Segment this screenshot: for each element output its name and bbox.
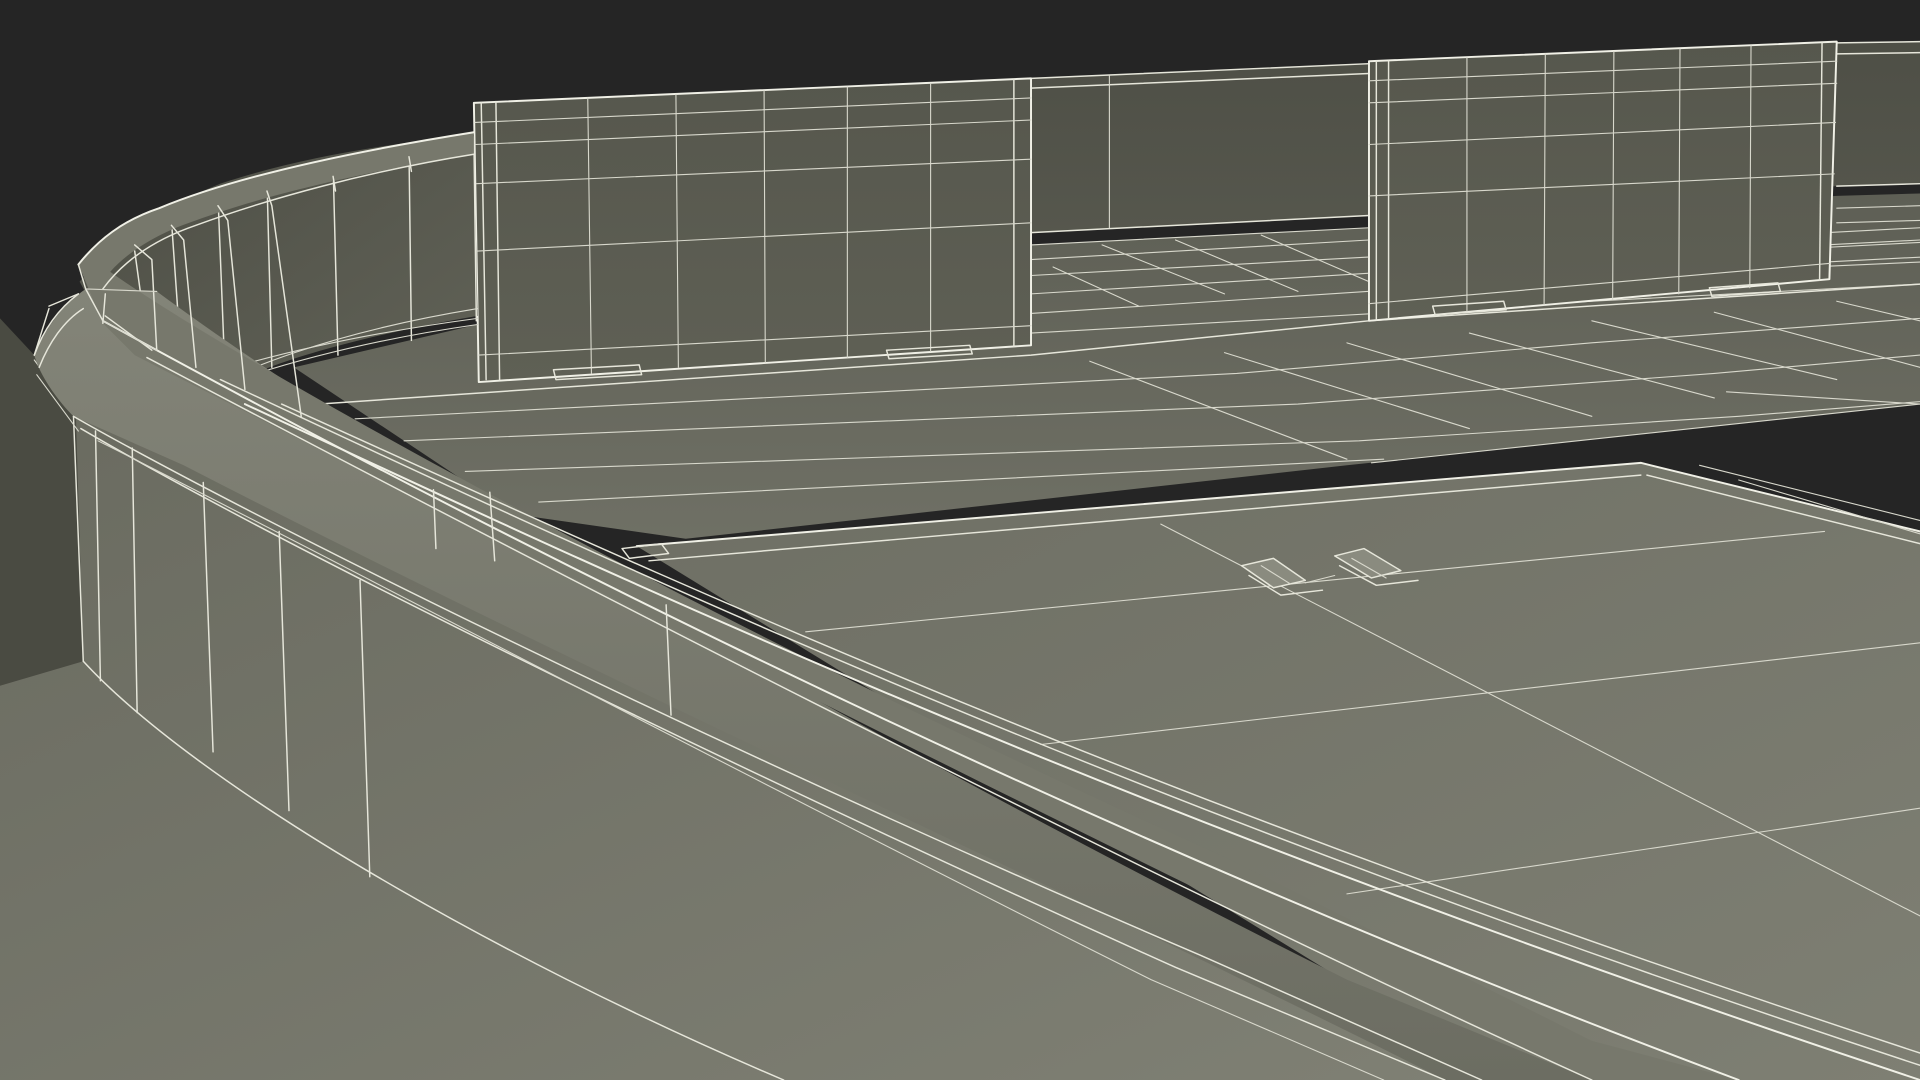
upright-panel-left — [472, 77, 1032, 384]
upright-panel-right — [1368, 40, 1838, 322]
wireframe-render — [0, 40, 1920, 1080]
render-viewport — [0, 0, 1920, 1080]
